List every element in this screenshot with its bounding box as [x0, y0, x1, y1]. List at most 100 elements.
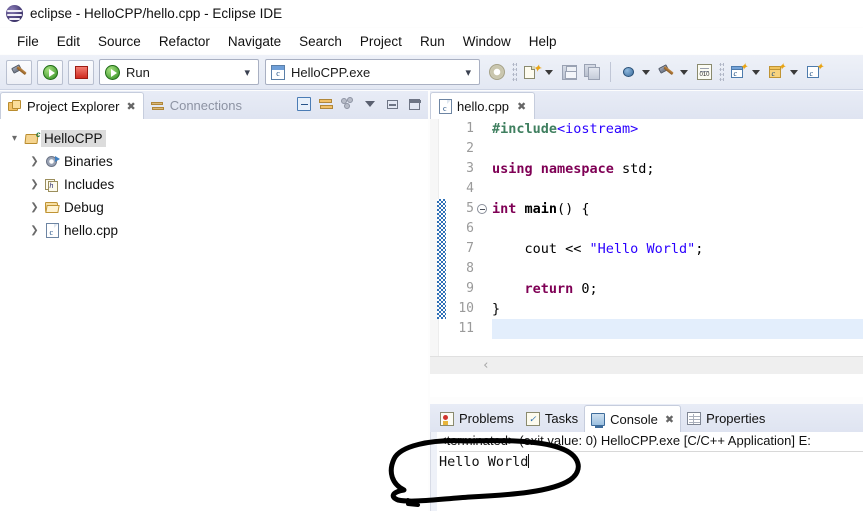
link-with-editor-icon — [318, 97, 334, 111]
menu-help[interactable]: Help — [520, 32, 566, 51]
new-cpp-class-button[interactable]: c ✦ — [765, 60, 787, 85]
tree-item-label: Debug — [64, 200, 104, 215]
new-c-file-button[interactable]: c ✦ — [803, 60, 825, 85]
code-line-9: return 0; — [492, 279, 863, 299]
tree-item-hello-cpp[interactable]: ❯ hello.cpp — [6, 219, 428, 242]
new-file-icon: ✦ — [523, 64, 542, 80]
chevron-right-icon[interactable]: ❯ — [26, 156, 43, 167]
token-punct: () { — [557, 201, 590, 217]
menu-file[interactable]: File — [8, 32, 48, 51]
collapse-block-icon[interactable] — [477, 204, 487, 214]
close-icon[interactable]: ✖ — [126, 100, 135, 113]
text-caret — [528, 454, 530, 468]
new-cpp-class-dropdown[interactable] — [788, 60, 800, 85]
console-output-text: Hello World — [439, 454, 530, 470]
close-icon[interactable]: ✖ — [517, 100, 526, 113]
console-icon — [591, 412, 606, 428]
scrollbar-track[interactable] — [489, 356, 863, 374]
binary-icon: 010 — [696, 64, 712, 80]
new-c-class-dropdown[interactable] — [750, 60, 762, 85]
token-string: "Hello World" — [589, 241, 696, 257]
tab-console[interactable]: Console ✖ — [584, 405, 682, 432]
new-file-dropdown[interactable] — [543, 60, 555, 85]
maximize-view-button[interactable] — [404, 94, 424, 114]
token-literal: 0; — [573, 281, 598, 297]
debug-dropdown[interactable] — [640, 60, 652, 85]
line-number: 7 — [466, 241, 474, 256]
build-all-button[interactable] — [655, 60, 677, 85]
stop-icon — [74, 65, 88, 79]
launch-combo-value: HelloCPP.exe — [291, 64, 371, 80]
scroll-left-icon[interactable]: ‹ — [482, 358, 490, 373]
tree-item-binaries[interactable]: ❯ Binaries — [6, 150, 428, 173]
window-title: eclipse - HelloCPP/hello.cpp - Eclipse I… — [30, 6, 283, 21]
tab-problems[interactable]: Problems — [434, 405, 520, 432]
editor-horizontal-scrollbar[interactable]: ‹ — [430, 356, 863, 374]
run-combo-value: Run — [126, 64, 150, 80]
build-all-dropdown[interactable] — [678, 60, 690, 85]
console-output-area[interactable]: <terminated> (exit value: 0) HelloCPP.ex… — [430, 432, 863, 511]
tab-properties[interactable]: Properties — [681, 405, 771, 432]
menu-bar: File Edit Source Refactor Navigate Searc… — [0, 28, 863, 54]
line-number-gutter: 1 2 3 4 5 6 7 8 9 10 11 — [446, 119, 476, 374]
chevron-right-icon[interactable]: ❯ — [26, 179, 43, 190]
project-explorer-icon — [8, 99, 22, 113]
chevron-right-icon[interactable]: ❯ — [26, 202, 43, 213]
minimize-view-button[interactable] — [382, 94, 402, 114]
code-line-3: using namespace std; — [492, 159, 863, 179]
tab-connections[interactable]: Connections — [144, 92, 249, 119]
eclipse-ide-window: eclipse - HelloCPP/hello.cpp - Eclipse I… — [0, 0, 863, 511]
code-line-7: cout << "Hello World"; — [492, 239, 863, 259]
code-line-11 — [492, 319, 863, 339]
menu-source[interactable]: Source — [89, 32, 150, 51]
tree-item-label: hello.cpp — [64, 223, 119, 238]
problems-icon — [440, 411, 454, 426]
stop-button[interactable] — [68, 59, 94, 85]
debug-icon — [620, 64, 637, 80]
tree-item-hellocpp[interactable]: ▾ c HelloCPP — [6, 127, 428, 150]
console-status-line: <terminated> (exit value: 0) HelloCPP.ex… — [439, 433, 811, 448]
menu-search[interactable]: Search — [290, 32, 351, 51]
build-button[interactable] — [6, 59, 32, 85]
chevron-down-icon[interactable]: ▾ — [234, 66, 256, 79]
menu-refactor[interactable]: Refactor — [150, 32, 219, 51]
toolbar-drag-handle[interactable] — [512, 62, 517, 82]
code-text-area[interactable]: 1 2 3 4 5 6 7 8 9 10 11 #include<iostrea… — [430, 119, 863, 374]
new-file-button[interactable]: ✦ — [520, 60, 542, 85]
menu-run[interactable]: Run — [411, 32, 454, 51]
menu-window[interactable]: Window — [454, 32, 520, 51]
run-configuration-combo[interactable]: Run ▾ — [99, 59, 259, 85]
tab-tasks[interactable]: ✓ Tasks — [520, 405, 584, 432]
chevron-right-icon[interactable]: ❯ — [26, 225, 43, 236]
save-all-icon — [583, 64, 601, 80]
menu-navigate[interactable]: Navigate — [219, 32, 290, 51]
save-button[interactable] — [558, 60, 580, 85]
launch-settings-button[interactable] — [486, 60, 508, 85]
close-icon[interactable]: ✖ — [665, 413, 674, 426]
tab-project-explorer[interactable]: Project Explorer ✖ — [0, 92, 144, 119]
chevron-down-icon[interactable]: ▾ — [6, 133, 23, 144]
folding-column[interactable] — [477, 119, 489, 374]
launch-target-combo[interactable]: c HelloCPP.exe ▾ — [265, 59, 480, 85]
save-all-button[interactable] — [581, 60, 603, 85]
view-menu-button[interactable] — [360, 94, 380, 114]
console-output-value: Hello World — [439, 454, 529, 470]
line-number: 1 — [466, 121, 474, 136]
binary-view-button[interactable]: 010 — [693, 60, 715, 85]
toolbar-drag-handle-2[interactable] — [719, 62, 724, 82]
tab-hello-cpp[interactable]: hello.cpp ✖ — [430, 92, 536, 119]
run-button[interactable] — [37, 59, 63, 85]
menu-project[interactable]: Project — [351, 32, 411, 51]
token-identifier: cout << — [492, 241, 590, 257]
tree-item-debug[interactable]: ❯ Debug — [6, 196, 428, 219]
link-with-editor-button[interactable] — [316, 94, 336, 114]
new-c-class-button[interactable]: c ✦ — [727, 60, 749, 85]
collapse-all-button[interactable] — [294, 94, 314, 114]
console-gutter — [431, 432, 437, 511]
menu-edit[interactable]: Edit — [48, 32, 89, 51]
chevron-down-icon[interactable]: ▾ — [455, 66, 477, 79]
tree-item-includes[interactable]: ❯ h Includes — [6, 173, 428, 196]
debug-button[interactable] — [617, 60, 639, 85]
filter-button[interactable] — [338, 94, 358, 114]
